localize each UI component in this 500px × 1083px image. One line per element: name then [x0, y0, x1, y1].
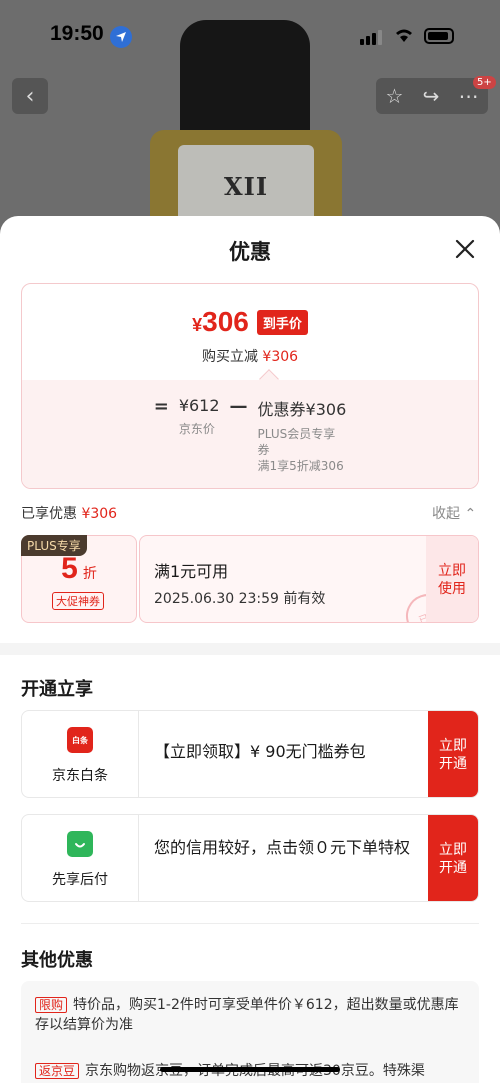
battery-icon — [424, 28, 454, 44]
service-name: 先享后付 — [52, 872, 108, 888]
discount-sheet: 优惠 ¥306 到手价 购买立减 ¥306 = ¥612 京东价 — 优惠券¥3… — [0, 216, 500, 1083]
service-baitiao: 白条 京东白条 【立即领取】¥ 90无门槛券包 立即 开通 — [21, 710, 479, 798]
coupon-type-tag: 大促神券 — [52, 592, 104, 610]
section-gap — [0, 643, 500, 655]
close-button[interactable] — [452, 236, 478, 262]
final-price-section: ¥306 到手价 购买立减 ¥306 — [22, 284, 478, 380]
wifi-icon — [394, 27, 414, 47]
price-breakdown-card: ¥306 到手价 购买立减 ¥306 = ¥612 京东价 — 优惠券¥306 … — [21, 283, 479, 489]
product-page-background: XII 19:50 ‹ ☆ ↪ ⋯ 5+ — [0, 0, 500, 240]
chevron-up-icon: ⌃ — [464, 506, 477, 522]
cellular-signal-icon — [360, 30, 382, 45]
plus-coupon: PLUS专享 5 折 大促神券 满1元可用 2025.06.30 23:59 前… — [21, 535, 479, 623]
coupon-value-panel: PLUS专享 5 折 大促神券 — [21, 535, 137, 623]
collapse-toggle[interactable]: 收起 ⌃ — [432, 503, 476, 523]
coupon-amount: 优惠券¥306 — [257, 400, 347, 419]
top-actions: ☆ ↪ ⋯ — [376, 78, 488, 114]
jd-price-label: 京东价 — [178, 422, 215, 436]
other-discount-item: 限购 特价品，购买1-2件时可享受单件价￥612，超出数量或优惠库存以结算价为准 — [35, 997, 459, 1033]
open-pay-later-button[interactable]: 立即 开通 — [428, 815, 478, 901]
share-icon[interactable]: ↪ — [423, 84, 440, 108]
use-coupon-button[interactable]: 立即 使用 — [426, 536, 478, 622]
enjoyed-discount: 已享优惠 ¥306 — [21, 506, 118, 522]
location-arrow-icon — [110, 26, 132, 48]
home-indicator — [160, 1067, 340, 1072]
service-offer: 【立即领取】¥ 90无门槛券包 — [154, 742, 366, 761]
divider — [21, 923, 479, 924]
open-section-title: 开通立享 — [21, 679, 93, 700]
coupon-note: PLUS会员专享 券 满1享5折减306 — [257, 427, 344, 473]
equals-sign: = — [153, 396, 169, 417]
status-time: 19:50 — [50, 22, 104, 45]
back-chevron-icon: ‹ — [25, 83, 35, 109]
other-section-title: 其他优惠 — [21, 950, 93, 971]
sheet-title: 优惠 — [229, 240, 271, 264]
coupon-discount: 5 折 — [61, 552, 97, 585]
service-offer: 您的信用较好，点击领０元下单特权 — [154, 838, 411, 857]
formula-section: = ¥612 京东价 — 优惠券¥306 PLUS会员专享 券 满1享5折减30… — [22, 380, 478, 488]
message-badge: 5+ — [473, 76, 496, 89]
minus-sign: — — [229, 396, 248, 417]
coupon-expiry: 2025.06.30 23:59 前有效 — [154, 591, 326, 607]
close-icon — [455, 239, 475, 259]
coupon-detail-panel: 满1元可用 2025.06.30 23:59 前有效 已领 立即使用 — [139, 535, 479, 623]
star-icon[interactable]: ☆ — [386, 84, 404, 108]
shopping-bag-icon — [67, 831, 93, 857]
coupon-condition: 满1元可用 — [154, 562, 229, 581]
back-button[interactable]: ‹ — [12, 78, 48, 114]
service-name: 京东白条 — [52, 768, 108, 784]
watch-numeral: XII — [224, 172, 269, 201]
final-price-tag: 到手价 — [256, 309, 308, 335]
final-price: ¥306 — [192, 306, 249, 337]
instant-discount: 购买立减 ¥306 — [201, 349, 299, 365]
baitiao-icon: 白条 — [67, 727, 93, 753]
jd-price: ¥612 — [178, 396, 220, 415]
service-pay-later: 先享后付 您的信用较好，点击领０元下单特权 立即 开通 — [21, 814, 479, 902]
open-baitiao-button[interactable]: 立即 开通 — [428, 711, 478, 797]
